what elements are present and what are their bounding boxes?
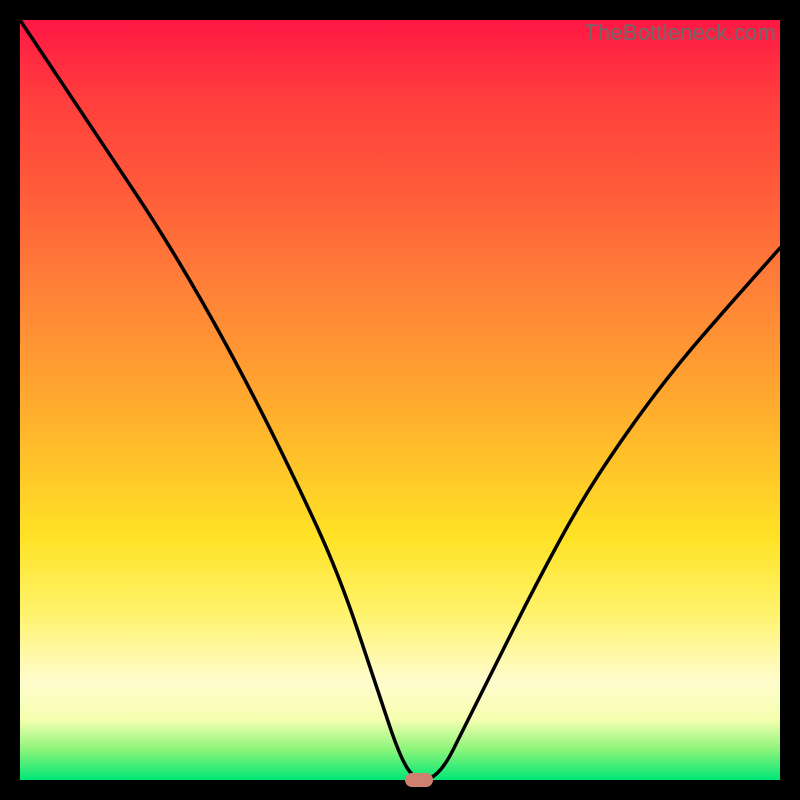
curve-path xyxy=(20,20,780,780)
chart-frame: TheBottleneck.com xyxy=(0,0,800,800)
optimum-marker xyxy=(405,773,433,787)
bottleneck-curve xyxy=(20,20,780,780)
plot-area: TheBottleneck.com xyxy=(20,20,780,780)
